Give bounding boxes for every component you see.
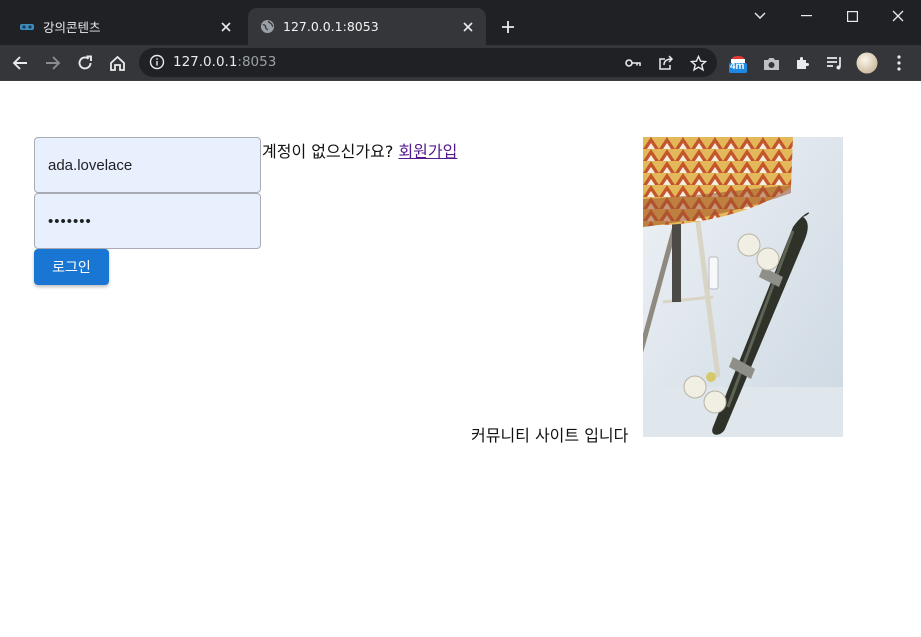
password-input[interactable] <box>35 194 260 248</box>
password-field[interactable] <box>34 193 261 249</box>
bookmark-star-icon[interactable] <box>688 53 708 73</box>
extension-4m-icon[interactable]: 4m <box>726 51 750 75</box>
extension-badge: 4m <box>730 61 745 72</box>
extensions-puzzle-icon[interactable] <box>791 51 815 75</box>
url-port: :8053 <box>237 54 277 70</box>
signup-prompt-text: 계정이 없으신가요? <box>262 142 399 161</box>
maximize-icon[interactable] <box>829 0 875 32</box>
profile-avatar[interactable] <box>855 51 879 75</box>
signup-link[interactable]: 회원가입 <box>398 142 457 161</box>
more-vert-icon[interactable] <box>887 51 911 75</box>
reload-icon[interactable] <box>72 50 98 76</box>
tab-search-chevron-down-icon[interactable] <box>737 0 783 32</box>
forward-arrow-icon[interactable] <box>40 50 66 76</box>
globe-icon <box>259 19 275 35</box>
toolbar-divider <box>0 80 921 81</box>
tab-course-contents[interactable]: 강의콘텐츠 <box>8 8 244 45</box>
address-bar[interactable]: 127.0.0.1:8053 <box>139 48 717 77</box>
new-tab-button[interactable] <box>497 16 519 38</box>
tab-title: 강의콘텐츠 <box>43 20 101 35</box>
site-info-icon[interactable] <box>149 54 165 70</box>
skateboard-photo <box>643 137 843 437</box>
close-window-icon[interactable] <box>875 0 921 32</box>
community-caption: 커뮤니티 사이트 입니다 <box>471 426 629 445</box>
home-icon[interactable] <box>104 50 130 76</box>
key-icon[interactable] <box>623 53 643 73</box>
share-icon[interactable] <box>656 53 676 73</box>
back-arrow-icon[interactable] <box>7 50 33 76</box>
url-host: 127.0.0.1 <box>173 54 238 70</box>
media-playlist-icon[interactable] <box>823 51 847 75</box>
close-tab-icon[interactable] <box>216 17 236 37</box>
camera-icon[interactable] <box>759 51 783 75</box>
login-button[interactable]: 로그인 <box>34 249 109 285</box>
signup-prompt: 계정이 없으신가요? 회원가입 <box>262 138 457 162</box>
course-favicon-icon <box>19 19 35 35</box>
close-tab-icon[interactable] <box>458 17 478 37</box>
url-text: 127.0.0.1:8053 <box>173 54 276 70</box>
tab-localhost[interactable]: 127.0.0.1:8053 <box>248 8 486 45</box>
tab-title: 127.0.0.1:8053 <box>283 19 379 34</box>
browser-toolbar: 127.0.0.1:8053 4m <box>0 45 921 80</box>
browser-titlebar: 강의콘텐츠 127.0.0.1:8053 <box>0 0 921 45</box>
username-field[interactable] <box>34 137 261 193</box>
minimize-icon[interactable] <box>783 0 829 32</box>
username-input[interactable] <box>35 138 260 192</box>
